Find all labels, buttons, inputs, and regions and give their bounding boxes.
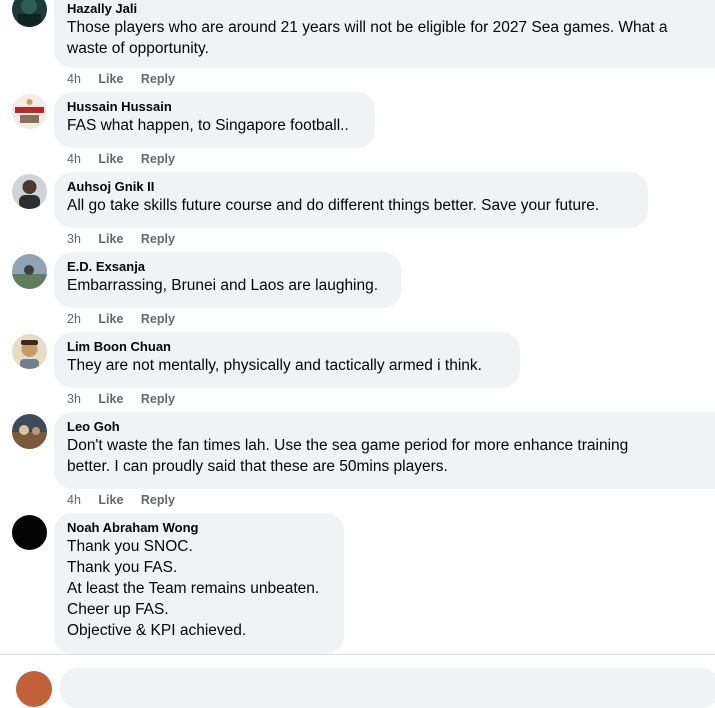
comment-text-line: At least the Team remains unbeaten. <box>67 580 320 597</box>
comment-text-line: Embarrassing, Brunei and Laos are laughi… <box>67 277 379 294</box>
comment-text-line: All go take skills future course and do … <box>67 197 600 214</box>
avatar[interactable] <box>16 671 52 707</box>
avatar[interactable] <box>12 174 47 209</box>
comment-text-line: Cheer up FAS. <box>67 601 169 618</box>
comment-author[interactable]: Noah Abraham Wong <box>67 519 331 536</box>
comment-actions: 2h Like Reply <box>67 311 175 327</box>
profile-photo-icon <box>12 174 47 209</box>
comment-actions: 3h Like Reply <box>67 231 175 247</box>
reply-button[interactable]: Reply <box>141 492 175 508</box>
avatar[interactable] <box>12 334 47 369</box>
comment-author[interactable]: Leo Goh <box>67 418 715 435</box>
comment-actions: 4h Like Reply <box>67 151 175 167</box>
comment-bubble: Leo Goh Don't waste the fan times lah. U… <box>54 412 715 489</box>
avatar[interactable] <box>12 94 47 129</box>
comment-text-line: waste of opportunity. <box>67 40 209 57</box>
comment-text: They are not mentally, physically and ta… <box>67 355 507 376</box>
comment-bubble: Noah Abraham Wong Thank you SNOC. Thank … <box>54 513 344 654</box>
comment-text-line: Objective & KPI achieved. <box>67 622 247 639</box>
champions-logo-icon <box>12 94 47 129</box>
avatar[interactable] <box>12 254 47 289</box>
like-button[interactable]: Like <box>98 151 123 167</box>
comment-text-line: Don't waste the fan times lah. Use the s… <box>67 437 629 454</box>
like-button[interactable]: Like <box>98 71 123 87</box>
comment-actions: 3h Like Reply <box>67 391 175 407</box>
reply-button[interactable]: Reply <box>141 391 175 407</box>
like-button[interactable]: Like <box>98 231 123 247</box>
like-button[interactable]: Like <box>98 492 123 508</box>
comment-bubble: Hazally Jali Those players who are aroun… <box>54 0 715 68</box>
reply-button[interactable]: Reply <box>141 151 175 167</box>
profile-photo-icon <box>12 414 47 449</box>
comment-bubble <box>60 668 715 708</box>
avatar[interactable] <box>12 0 47 27</box>
reply-button[interactable]: Reply <box>141 311 175 327</box>
comment-text-line: Thank you SNOC. <box>67 538 193 555</box>
comment-bubble: Auhsoj Gnik II All go take skills future… <box>54 172 648 228</box>
comment-timestamp[interactable]: 4h <box>67 71 81 87</box>
like-button[interactable]: Like <box>98 311 123 327</box>
comment-text-line: better. I can proudly said that these ar… <box>67 458 448 475</box>
comment-author[interactable]: Hussain Hussain <box>67 98 362 115</box>
comment-author[interactable]: Hazally Jali <box>67 0 715 17</box>
comment-timestamp[interactable]: 4h <box>67 151 81 167</box>
comment-author[interactable]: E.D. Exsanja <box>67 258 388 275</box>
comment-text-line: FAS what happen, to Singapore football.. <box>67 117 349 134</box>
divider <box>0 654 715 655</box>
comment-bubble: E.D. Exsanja Embarrassing, Brunei and La… <box>54 252 401 308</box>
profile-photo-icon <box>12 0 47 27</box>
profile-photo-icon <box>12 334 47 369</box>
comment-author[interactable]: Auhsoj Gnik II <box>67 178 635 195</box>
comment-bubble: Hussain Hussain FAS what happen, to Sing… <box>54 92 375 148</box>
comment-timestamp[interactable]: 2h <box>67 311 81 327</box>
reply-button[interactable]: Reply <box>141 71 175 87</box>
comment-text: FAS what happen, to Singapore football.. <box>67 115 362 136</box>
comment-timestamp[interactable]: 4h <box>67 492 81 508</box>
comment-author[interactable]: Lim Boon Chuan <box>67 338 507 355</box>
avatar[interactable] <box>12 515 47 550</box>
comment-actions: 4h Like Reply <box>67 71 175 87</box>
comment-text-line: They are not mentally, physically and ta… <box>67 357 482 374</box>
profile-photo-icon <box>12 254 47 289</box>
comment-text: Thank you SNOC. Thank you FAS. At least … <box>67 536 331 641</box>
comment-text: Embarrassing, Brunei and Laos are laughi… <box>67 275 388 296</box>
comment-text-line: Thank you FAS. <box>67 559 178 576</box>
comment-timestamp[interactable]: 3h <box>67 391 81 407</box>
comment-text: Don't waste the fan times lah. Use the s… <box>67 435 715 477</box>
comment-timestamp[interactable]: 3h <box>67 231 81 247</box>
comment-text-line: Those players who are around 21 years wi… <box>67 19 668 36</box>
avatar[interactable] <box>12 414 47 449</box>
reply-button[interactable]: Reply <box>141 231 175 247</box>
comment-actions: 4h Like Reply <box>67 492 175 508</box>
comment-text: Those players who are around 21 years wi… <box>67 17 715 59</box>
comment-text: All go take skills future course and do … <box>67 195 635 216</box>
comment-bubble: Lim Boon Chuan They are not mentally, ph… <box>54 332 520 388</box>
like-button[interactable]: Like <box>98 391 123 407</box>
profile-photo-icon <box>12 515 47 550</box>
